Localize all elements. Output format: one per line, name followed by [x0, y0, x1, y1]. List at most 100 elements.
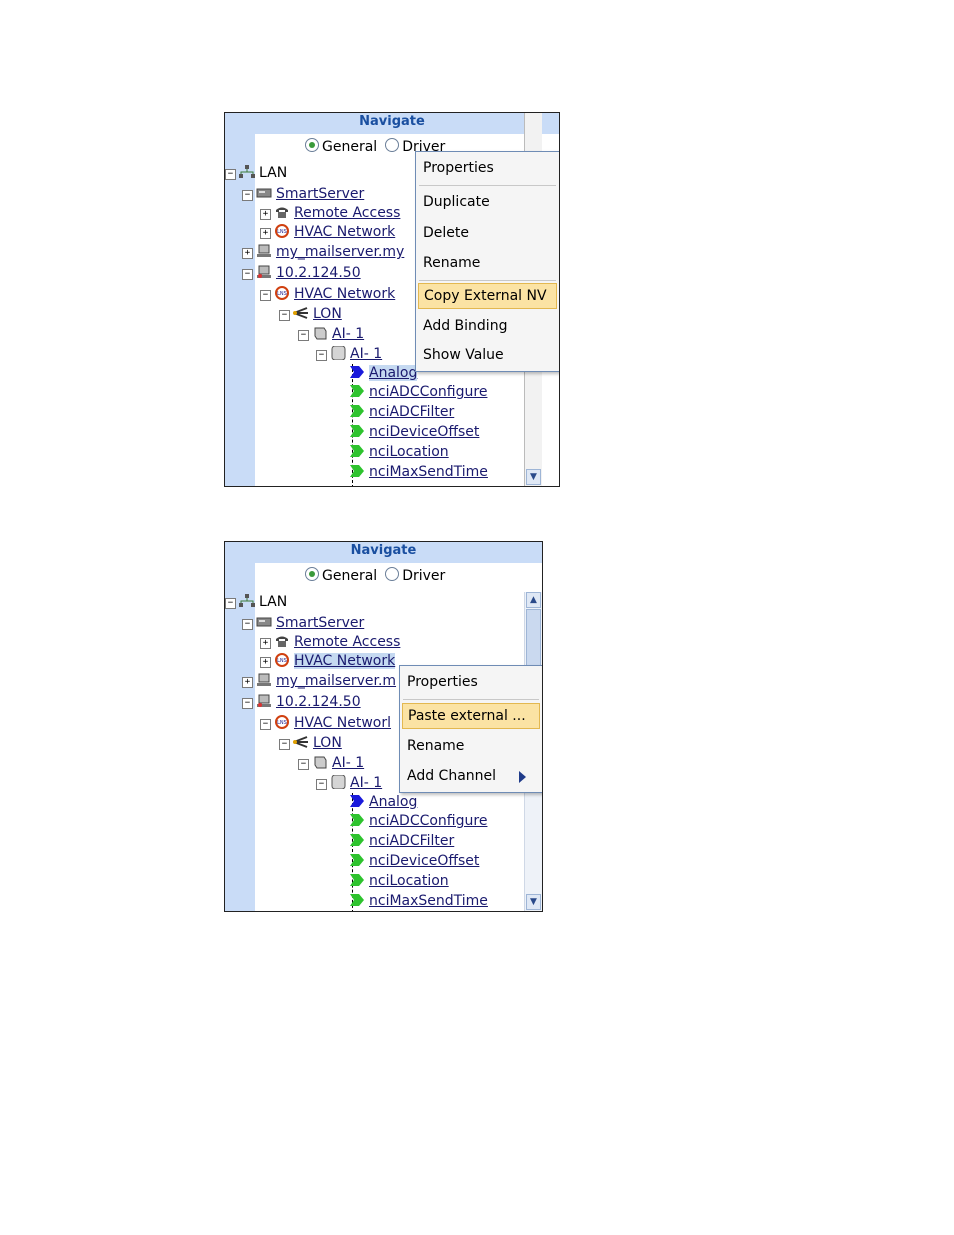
tree-item-nv[interactable]: nciDeviceOffset	[349, 422, 479, 442]
tree-item-ai1-block[interactable]: − AI- 1	[316, 773, 382, 793]
menu-item-copy-external-nv[interactable]: Copy External NV	[418, 283, 557, 309]
tree-item-nv[interactable]: nciADCConfigure	[349, 382, 487, 402]
general-radio-label[interactable]: General	[322, 568, 377, 584]
collapse-toggle[interactable]: −	[242, 190, 253, 201]
menu-item-show-value[interactable]: Show Value	[418, 342, 557, 368]
driver-radio[interactable]	[385, 567, 400, 581]
tree-item-nv[interactable]: nciLocation	[349, 871, 449, 891]
expand-toggle[interactable]: +	[260, 638, 271, 649]
tree-item-hvac-network-2[interactable]: − LNS HVAC Network	[260, 284, 395, 304]
collapse-toggle[interactable]: −	[298, 330, 309, 341]
tree-item-nv[interactable]: nciDeviceOffset	[349, 851, 479, 871]
tree-label[interactable]: AI- 1	[350, 346, 382, 362]
tree-item-lan[interactable]: − LAN	[225, 592, 287, 612]
tree-item-hvac-network[interactable]: + LNS HVAC Network	[260, 222, 395, 242]
tree-item-remote-access[interactable]: + Remote Access	[260, 632, 400, 652]
tree-item-lon[interactable]: − LON	[279, 304, 342, 324]
tree-item-nv[interactable]: nciLocation	[349, 442, 449, 462]
tree-label[interactable]: AI- 1	[332, 326, 364, 342]
menu-item-delete[interactable]: Delete	[418, 220, 557, 246]
driver-radio[interactable]	[385, 138, 400, 152]
tree-label[interactable]: nciADCConfigure	[369, 813, 487, 829]
tree-item-nv[interactable]: nciADCFilter	[349, 402, 454, 422]
menu-item-add-channel[interactable]: Add Channel	[402, 763, 540, 789]
tree-item-ai1-block[interactable]: − AI- 1	[316, 344, 382, 364]
collapse-toggle[interactable]: −	[316, 350, 327, 361]
tree-label[interactable]: Analog	[369, 794, 417, 810]
collapse-toggle[interactable]: −	[279, 310, 290, 321]
tree-item-smartserver[interactable]: − SmartServer	[242, 613, 364, 633]
expand-toggle[interactable]: +	[242, 677, 253, 688]
tree-label[interactable]: nciLocation	[369, 873, 449, 889]
tree-item-ai1-device[interactable]: − AI- 1	[298, 324, 364, 344]
expand-toggle[interactable]: +	[260, 209, 271, 220]
tree-item-smartserver[interactable]: − SmartServer	[242, 184, 364, 204]
menu-item-add-binding[interactable]: Add Binding	[418, 313, 557, 339]
menu-item-properties[interactable]: Properties	[402, 669, 540, 695]
tree-item-remote-access[interactable]: + Remote Access	[260, 203, 400, 223]
collapse-toggle[interactable]: −	[316, 779, 327, 790]
tree-label[interactable]: nciLocation	[369, 444, 449, 460]
tree-label[interactable]: nciDeviceOffset	[369, 424, 479, 440]
tree-label[interactable]: my_mailserver.m	[276, 673, 396, 689]
tree-label[interactable]: SmartServer	[276, 186, 364, 202]
tree-label[interactable]: HVAC Network	[294, 653, 396, 669]
tree-item-nv[interactable]: nciADCConfigure	[349, 811, 487, 831]
tree-item-nv[interactable]: nciMaxSendTime	[349, 891, 488, 911]
collapse-toggle[interactable]: −	[260, 719, 271, 730]
collapse-toggle[interactable]: −	[225, 169, 236, 180]
general-radio[interactable]	[305, 567, 319, 581]
tree-item-analog[interactable]: Analog	[349, 363, 418, 383]
tree-label[interactable]: HVAC Network	[294, 286, 395, 302]
scroll-up-icon[interactable]: ▲	[526, 592, 541, 608]
collapse-toggle[interactable]: −	[242, 619, 253, 630]
tree-item-hvac-network[interactable]: + LNS HVAC Network	[260, 651, 396, 671]
collapse-toggle[interactable]: −	[225, 598, 236, 609]
collapse-toggle[interactable]: −	[260, 290, 271, 301]
tree-label[interactable]: 10.2.124.50	[276, 694, 361, 710]
tree-label[interactable]: nciMaxSendTime	[369, 893, 488, 909]
tree-label[interactable]: LON	[313, 306, 342, 322]
tree-label[interactable]: Remote Access	[294, 205, 400, 221]
tree-label[interactable]: HVAC Networl	[294, 715, 391, 731]
expand-toggle[interactable]: +	[260, 657, 271, 668]
tree-item-nv[interactable]: nciADCFilter	[349, 831, 454, 851]
tree-label[interactable]: nciADCConfigure	[369, 384, 487, 400]
driver-radio-label[interactable]: Driver	[402, 568, 445, 584]
tree-item-ip[interactable]: − 10.2.124.50	[242, 263, 361, 283]
tree-item-ai1-device[interactable]: − AI- 1	[298, 753, 364, 773]
menu-item-duplicate[interactable]: Duplicate	[418, 189, 557, 215]
tree-item-lan[interactable]: − LAN	[225, 163, 287, 183]
expand-toggle[interactable]: +	[260, 228, 271, 239]
tree-item-mailserver[interactable]: + my_mailserver.m	[242, 671, 396, 691]
tree-label[interactable]: LON	[313, 735, 342, 751]
menu-item-rename[interactable]: Rename	[402, 733, 540, 759]
tree-label[interactable]: AI- 1	[350, 775, 382, 791]
tree-label[interactable]: nciADCFilter	[369, 833, 454, 849]
menu-item-paste-external[interactable]: Paste external ...	[402, 703, 540, 729]
scroll-down-icon[interactable]: ▼	[526, 469, 541, 485]
tree-item-analog[interactable]: Analog	[349, 792, 417, 812]
tree-item-ip[interactable]: − 10.2.124.50	[242, 692, 361, 712]
tree-label[interactable]: nciDeviceOffset	[369, 853, 479, 869]
tree-item-hvac-network-2[interactable]: − LNS HVAC Networl	[260, 713, 391, 733]
general-radio-label[interactable]: General	[322, 139, 377, 155]
scroll-down-icon[interactable]: ▼	[526, 894, 541, 910]
collapse-toggle[interactable]: −	[242, 269, 253, 280]
collapse-toggle[interactable]: −	[298, 759, 309, 770]
tree-item-mailserver[interactable]: + my_mailserver.my	[242, 242, 404, 262]
tree-label[interactable]: my_mailserver.my	[276, 244, 404, 260]
menu-item-rename[interactable]: Rename	[418, 250, 557, 276]
collapse-toggle[interactable]: −	[242, 698, 253, 709]
tree-label[interactable]: SmartServer	[276, 615, 364, 631]
tree-label[interactable]: 10.2.124.50	[276, 265, 361, 281]
tree-label[interactable]: HVAC Network	[294, 224, 395, 240]
tree-label[interactable]: Analog	[369, 365, 418, 381]
tree-item-nv[interactable]: nciMaxSendTime	[349, 462, 488, 482]
tree-label[interactable]: AI- 1	[332, 755, 364, 771]
menu-item-properties[interactable]: Properties	[418, 155, 557, 181]
tree-label[interactable]: nciMaxSendTime	[369, 464, 488, 480]
collapse-toggle[interactable]: −	[279, 739, 290, 750]
general-radio[interactable]	[305, 138, 319, 152]
tree-label[interactable]: Remote Access	[294, 634, 400, 650]
